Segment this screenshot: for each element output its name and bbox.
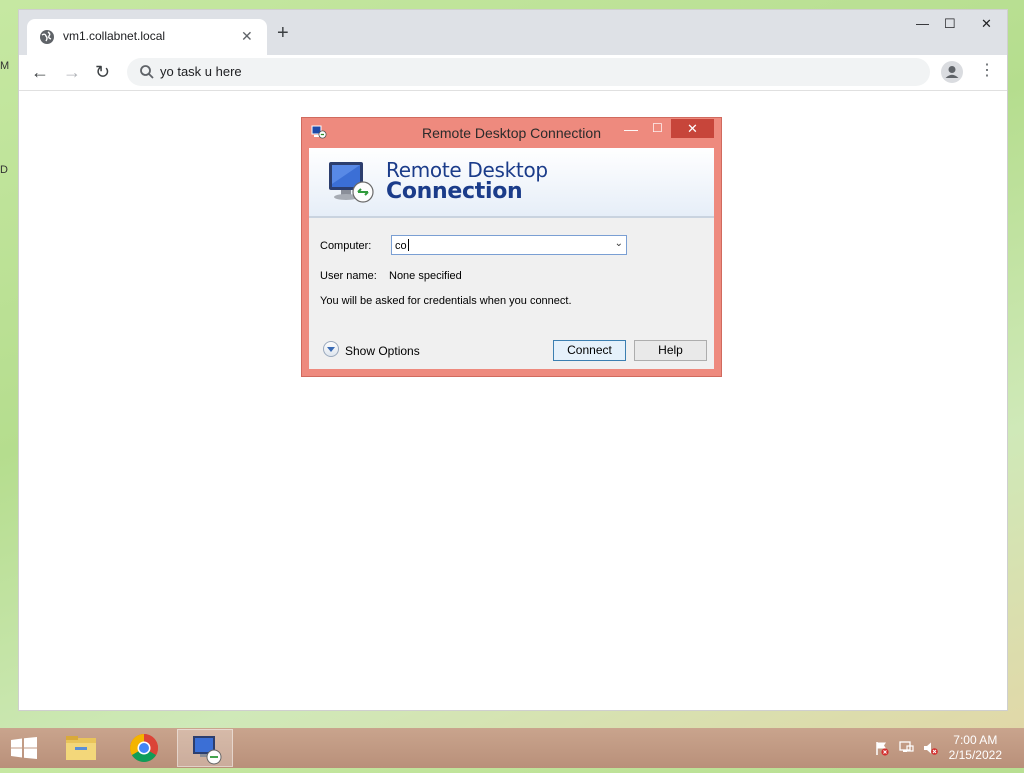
clock-time: 7:00 AM xyxy=(953,733,998,747)
computer-label: Computer: xyxy=(320,240,372,252)
username-value: None specified xyxy=(389,270,462,282)
desktop-icon-label-m: M xyxy=(0,60,10,72)
browser-tab[interactable]: vm1.collabnet.local ✕ xyxy=(27,19,267,55)
rdc-minimize-button[interactable]: — xyxy=(624,121,638,137)
computer-input[interactable]: co ⌄ xyxy=(391,235,627,255)
remote-desktop-icon xyxy=(193,736,222,765)
window-minimize-button[interactable]: — xyxy=(916,16,929,31)
windows-start-icon[interactable] xyxy=(10,737,38,759)
computer-input-value: co xyxy=(395,239,409,252)
rdc-close-button[interactable]: ✕ xyxy=(671,119,714,138)
action-center-flag-icon[interactable] xyxy=(874,740,890,756)
address-bar[interactable]: yo task u here xyxy=(127,58,930,86)
rdc-maximize-button[interactable]: ☐ xyxy=(652,121,663,135)
connect-button[interactable]: Connect xyxy=(553,340,626,361)
tab-title: vm1.collabnet.local xyxy=(63,29,166,43)
tab-close-icon[interactable]: ✕ xyxy=(241,28,253,45)
volume-muted-icon[interactable] xyxy=(922,740,938,756)
taskbar-remote-desktop[interactable] xyxy=(177,729,233,767)
show-options-link[interactable]: Show Options xyxy=(345,344,420,358)
folder-icon xyxy=(66,736,96,760)
new-tab-button[interactable]: + xyxy=(277,23,289,43)
back-button[interactable]: ← xyxy=(31,62,49,82)
globe-icon xyxy=(40,30,54,44)
window-close-button[interactable]: ✕ xyxy=(981,16,992,32)
clock-date: 2/15/2022 xyxy=(948,748,1002,762)
credentials-note: You will be asked for credentials when y… xyxy=(320,295,572,307)
rdc-titlebar[interactable]: Remote Desktop Connection — ☐ ✕ xyxy=(302,118,721,148)
profile-icon[interactable] xyxy=(941,61,963,83)
address-text: yo task u here xyxy=(160,64,242,79)
browser-toolbar: ← → ↻ yo task u here ⋮ xyxy=(19,55,1007,91)
username-label: User name: xyxy=(320,270,377,282)
rdc-monitor-icon xyxy=(329,162,374,203)
system-clock[interactable]: 7:00 AM 2/15/2022 xyxy=(949,733,1002,763)
taskbar-file-explorer[interactable] xyxy=(53,729,109,767)
rdc-dialog: Remote Desktop Connection — ☐ ✕ Remote D… xyxy=(301,117,722,377)
forward-button[interactable]: → xyxy=(63,62,81,82)
tab-strip: vm1.collabnet.local ✕ + — ☐ ✕ xyxy=(19,10,1007,55)
rdc-banner-line2: Connection xyxy=(386,179,523,204)
rdc-banner: Remote Desktop Connection xyxy=(309,148,714,218)
help-button[interactable]: Help xyxy=(634,340,707,361)
rdc-content: Remote Desktop Connection Computer: co ⌄… xyxy=(309,148,714,369)
search-icon xyxy=(140,65,154,79)
taskbar: 7:00 AM 2/15/2022 xyxy=(0,728,1024,768)
window-maximize-button[interactable]: ☐ xyxy=(944,16,956,32)
chrome-icon xyxy=(130,734,158,762)
menu-icon[interactable]: ⋮ xyxy=(979,61,995,81)
chevron-down-icon[interactable]: ⌄ xyxy=(615,238,623,249)
desktop-icon-label-d: D xyxy=(0,164,8,176)
taskbar-chrome[interactable] xyxy=(116,729,172,767)
show-options-chevron-icon[interactable] xyxy=(323,341,339,357)
network-icon[interactable] xyxy=(898,740,914,756)
reload-button[interactable]: ↻ xyxy=(95,62,110,82)
